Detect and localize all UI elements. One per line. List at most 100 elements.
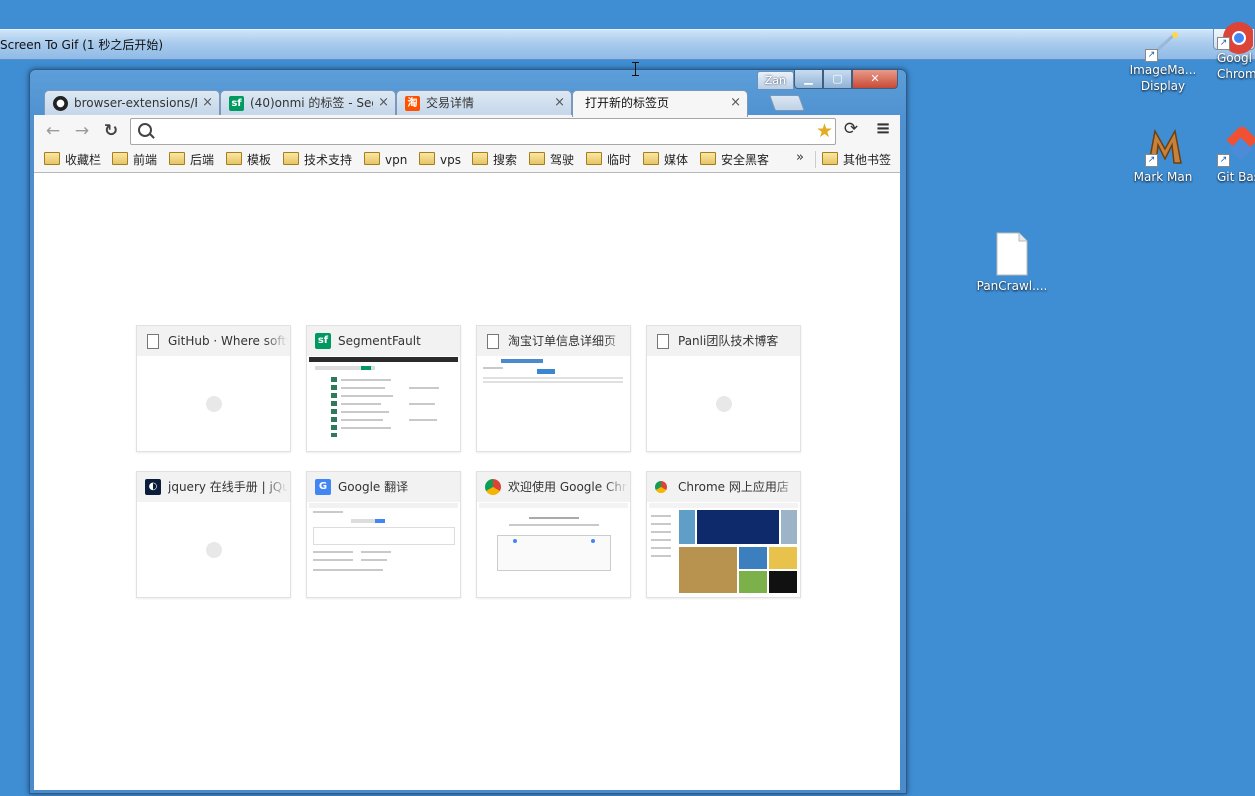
tab-close-icon[interactable]: × (730, 91, 741, 115)
bookmark-folder[interactable]: 模板 (226, 151, 271, 169)
tile-header: ◐ jquery 在线手册 | jQuery API (137, 472, 290, 502)
most-visited-tile[interactable]: ◐ jquery 在线手册 | jQuery API (136, 471, 291, 598)
tile-header: GitHub · Where software is built (137, 326, 290, 356)
page-icon (487, 334, 499, 349)
close-window-button[interactable]: ✕ (852, 70, 898, 89)
folder-icon (44, 152, 60, 165)
tile-thumbnail (309, 503, 458, 595)
new-tab-page: GitHub · Where software is built sf Segm… (34, 173, 900, 790)
tab-taobao[interactable]: 淘 交易详情 × (396, 90, 572, 116)
arrow-right-icon: → (74, 121, 90, 141)
tile-title: GitHub · Where software is built (168, 334, 288, 348)
star-icon[interactable]: ★ (816, 119, 833, 143)
most-visited-tile[interactable]: GitHub · Where software is built (136, 325, 291, 452)
profile-badge[interactable]: Zan (756, 71, 794, 90)
tile-thumbnail (479, 357, 628, 449)
chrome-icon (485, 479, 501, 495)
segmentfault-icon: sf (315, 333, 331, 349)
tile-header: Chrome 网上应用店 (647, 472, 800, 502)
folder-icon (529, 152, 545, 165)
tab-segmentfault[interactable]: sf (40)onmi 的标签 - Seg × (220, 90, 396, 116)
bookmarks-divider (815, 151, 816, 168)
bookmark-folder[interactable]: 后端 (169, 151, 214, 169)
tile-title: 欢迎使用 Google Chrome (508, 480, 628, 494)
desktop-icon-google-chrome[interactable]: ↗ Googl Chrom (1205, 22, 1255, 82)
folder-icon (472, 152, 488, 165)
desktop-icon-git-bash[interactable]: ↗ Git Bas (1205, 124, 1255, 185)
bookmark-folder[interactable]: 驾驶 (529, 151, 574, 169)
taobao-icon: 淘 (405, 96, 420, 111)
segmentfault-icon: sf (229, 96, 244, 111)
bookmark-folder[interactable]: 临时 (586, 151, 631, 169)
bookmark-folder[interactable]: 媒体 (643, 151, 688, 169)
toolbar: ← → ↻ ★ ⟳ ≡ (34, 115, 900, 147)
file-icon (994, 232, 1030, 276)
most-visited-tile[interactable]: sf SegmentFault (306, 325, 461, 452)
desktop-icon-label: PanCrawl.... (976, 279, 1048, 293)
tile-header: 欢迎使用 Google Chrome (477, 472, 630, 502)
most-visited-tile[interactable]: 欢迎使用 Google Chrome (476, 471, 631, 598)
bookmark-label: 后端 (190, 153, 215, 167)
tile-thumbnail (649, 503, 798, 595)
most-visited-tile[interactable]: G Google 翻译 (306, 471, 461, 598)
tile-header: Panli团队技术博客 (647, 326, 800, 356)
most-visited-tile[interactable]: Chrome 网上应用店 (646, 471, 801, 598)
tab-new-tab[interactable]: 打开新的标签页 × (572, 90, 748, 117)
minimize-button[interactable]: ▁ (794, 70, 823, 89)
bookmark-folder[interactable]: 安全黑客 (700, 151, 769, 169)
new-tab-button[interactable] (769, 95, 805, 111)
tab-close-icon[interactable]: × (202, 91, 213, 115)
tab-github[interactable]: ● browser-extensions/R × (44, 90, 220, 116)
bookmark-folder[interactable]: 搜索 (472, 151, 517, 169)
git-icon: ↗ (1217, 124, 1255, 167)
desktop-icon-label: Mark Man (1133, 170, 1193, 184)
tile-header: G Google 翻译 (307, 472, 460, 502)
chrome-window: Zan ▁ ▢ ✕ ● browser-extensions/R × sf (4… (29, 69, 907, 794)
desktop-icon-markman[interactable]: ↗ Mark Man (1125, 127, 1201, 185)
bookmark-label: 其他书签 (843, 153, 892, 167)
bookmark-folder[interactable]: 技术支持 (283, 151, 352, 169)
hamburger-icon[interactable]: ≡ (874, 120, 892, 138)
bookmark-label: 临时 (607, 153, 632, 167)
folder-icon (419, 152, 435, 165)
tile-title: Panli团队技术博客 (678, 334, 779, 348)
back-button[interactable]: ← (42, 120, 64, 142)
bookmark-label: 驾驶 (550, 153, 575, 167)
bookmark-folder[interactable]: vps (419, 151, 461, 169)
desktop-icon-imagemagick[interactable]: ↗ ImageMa... Display (1125, 32, 1201, 94)
chrome-icon: ↗ (1217, 20, 1255, 54)
bookmark-folder[interactable]: 收藏栏 (44, 151, 101, 169)
placeholder-dot (206, 542, 222, 558)
bookmark-label: 前端 (133, 153, 158, 167)
sync-icon[interactable]: ⟳ (842, 120, 860, 138)
recorder-title: Screen To Gif (1 秒之后开始) (0, 38, 164, 52)
screentogif-titlebar: Screen To Gif (1 秒之后开始) ✕ (0, 29, 1255, 60)
tab-strip: ● browser-extensions/R × sf (40)onmi 的标签… (44, 90, 844, 117)
folder-icon (112, 152, 128, 165)
folder-icon (586, 152, 602, 165)
tab-close-icon[interactable]: × (378, 91, 389, 115)
maximize-button[interactable]: ▢ (823, 70, 852, 89)
tab-label: 打开新的标签页 (585, 96, 670, 110)
google-translate-icon: G (315, 479, 331, 495)
tab-close-icon[interactable]: × (554, 91, 565, 115)
address-input[interactable] (155, 121, 799, 142)
desktop-icon-pancrawl-file[interactable]: PanCrawl.... (973, 232, 1051, 294)
folder-icon (226, 152, 242, 165)
reload-button[interactable]: ↻ (100, 120, 122, 142)
omnibox[interactable]: ★ (130, 118, 836, 145)
bookmarks-overflow-chevron[interactable]: » (796, 150, 804, 165)
forward-button[interactable]: → (71, 120, 93, 142)
tile-title: SegmentFault (338, 334, 421, 348)
github-icon: ● (53, 96, 68, 111)
bookmark-folder[interactable]: vpn (364, 151, 407, 169)
tile-title: Google 翻译 (338, 480, 409, 494)
most-visited-tile[interactable]: 淘宝订单信息详细页 (476, 325, 631, 452)
bookmark-folder[interactable]: 前端 (112, 151, 157, 169)
folder-icon (169, 152, 185, 165)
folder-icon (822, 152, 838, 165)
most-visited-tile[interactable]: Panli团队技术博客 (646, 325, 801, 452)
folder-icon (283, 152, 299, 165)
desktop-icon-label: ImageMa... Display (1129, 63, 1197, 93)
other-bookmarks-folder[interactable]: 其他书签 (822, 151, 891, 169)
